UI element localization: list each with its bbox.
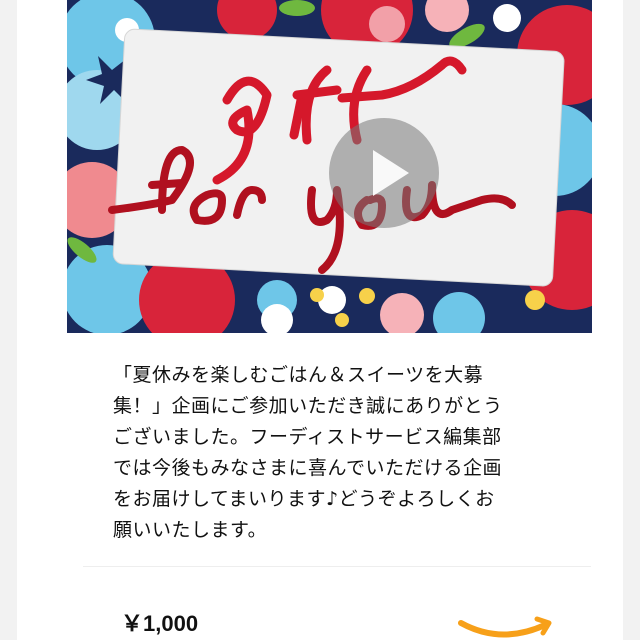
gift-card-video[interactable]: gift xyxy=(67,0,592,333)
play-button[interactable] xyxy=(329,118,439,228)
divider xyxy=(83,566,591,567)
thank-you-message: 「夏休みを楽しむごはん＆スイーツを大募 集！」企画にご参加いただき誠にありがとう… xyxy=(113,364,503,541)
amazon-smile-icon xyxy=(458,616,552,638)
gift-card-panel: gift 「夏休みを楽しむごはん＆スイーツを大募 集！」企画にご参加いただき誠に… xyxy=(17,0,623,640)
price-label: ￥1,000 xyxy=(121,611,199,636)
play-icon xyxy=(373,150,409,196)
